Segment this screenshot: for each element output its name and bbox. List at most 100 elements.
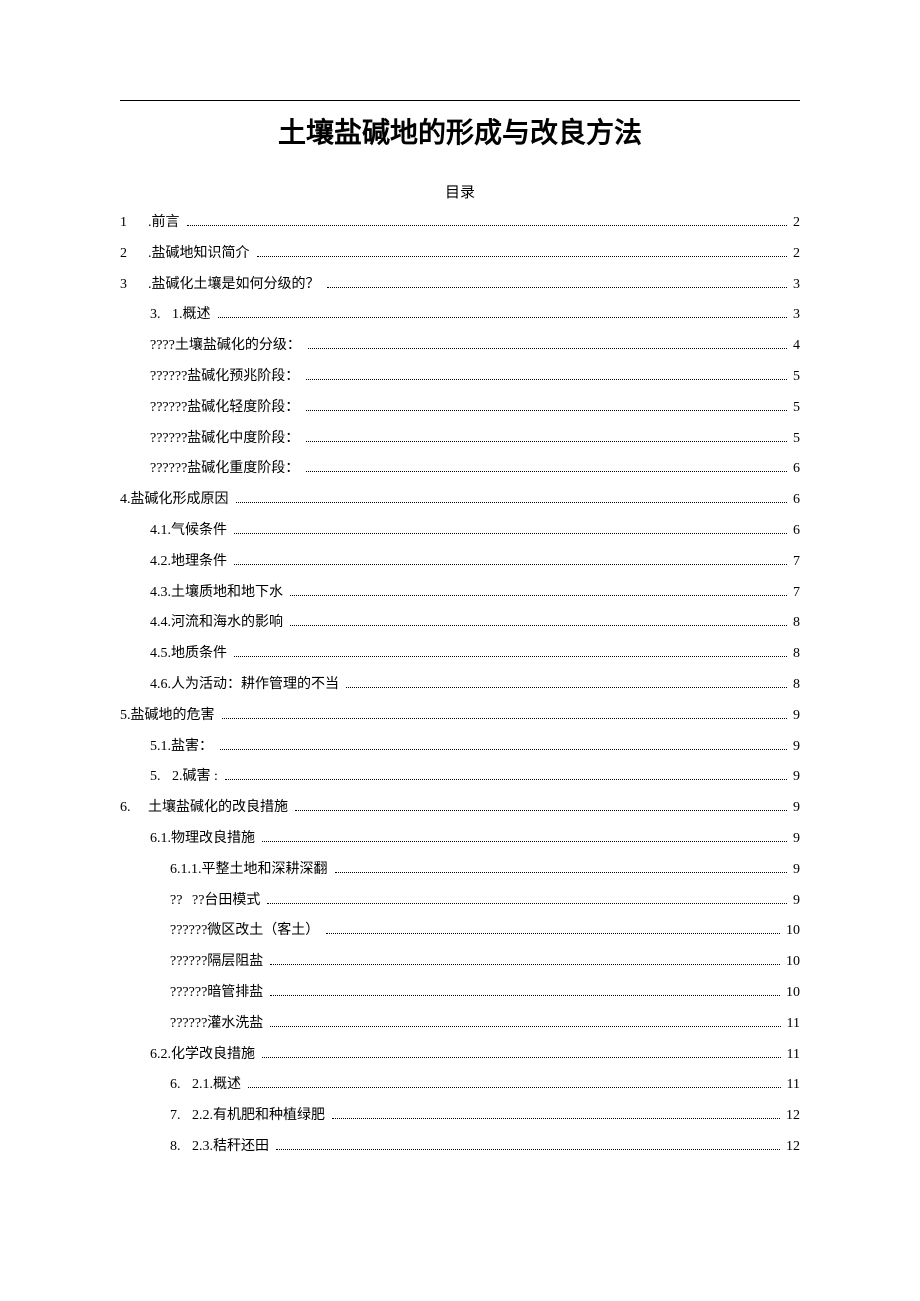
- toc-entry[interactable]: 4.1.气候条件6: [120, 516, 800, 547]
- toc-leader-dots: [262, 841, 787, 842]
- toc-leader-dots: [290, 595, 787, 596]
- toc-entry[interactable]: 4.5.地质条件 8: [120, 639, 800, 670]
- toc-heading: 目录: [120, 181, 800, 202]
- toc-leader-dots: [257, 256, 788, 257]
- toc-entry-label: ??????盐碱化预兆阶段：: [150, 362, 303, 393]
- toc-entry[interactable]: 5.盐碱地的危害9: [120, 701, 800, 732]
- toc-entry[interactable]: 4.2.地理条件 7: [120, 547, 800, 578]
- toc-entry[interactable]: ??????灌水洗盐11: [120, 1009, 800, 1040]
- toc-entry-page: 3: [790, 270, 800, 301]
- toc-entry-number: 6.: [170, 1070, 192, 1101]
- toc-entry[interactable]: ??????盐碱化中度阶段：5: [120, 424, 800, 455]
- toc-leader-dots: [346, 687, 787, 688]
- toc-entry[interactable]: ??????微区改土（客土） 10: [120, 916, 800, 947]
- toc-entry-label: ??????微区改土（客土）: [170, 916, 323, 947]
- toc-entry[interactable]: ??????隔层阻盐 10: [120, 947, 800, 978]
- toc-entry-label: ??????隔层阻盐: [170, 947, 267, 978]
- toc-entry-number: 6.: [120, 793, 148, 824]
- toc-leader-dots: [335, 872, 788, 873]
- toc-entry-label: 4.1.气候条件: [150, 516, 231, 547]
- toc-leader-dots: [276, 1149, 780, 1150]
- toc-entry-page: 10: [783, 947, 800, 978]
- toc-entry-page: 10: [783, 916, 800, 947]
- toc-entry-page: 11: [784, 1070, 800, 1101]
- toc-entry-page: 8: [790, 639, 800, 670]
- toc-entry-label: 4.3.土壤质地和地下水: [150, 578, 287, 609]
- toc-entry[interactable]: ????台田模式9: [120, 886, 800, 917]
- toc-entry-page: 5: [790, 362, 800, 393]
- toc-leader-dots: [306, 441, 787, 442]
- toc-entry-label: 4.4.河流和海水的影响: [150, 608, 287, 639]
- toc-entry[interactable]: 4.4.河流和海水的影响 8: [120, 608, 800, 639]
- toc-entry-number: ??: [170, 886, 192, 917]
- toc-entry-label: 5.1.盐害：: [150, 732, 217, 763]
- toc-entry[interactable]: 6.土壤盐碱化的改良措施 9: [120, 793, 800, 824]
- toc-entry-label: 4.5.地质条件: [150, 639, 231, 670]
- toc-entry-page: 2: [790, 208, 800, 239]
- toc-leader-dots: [248, 1087, 781, 1088]
- toc-entry[interactable]: ??????盐碱化轻度阶段：5: [120, 393, 800, 424]
- toc-entry[interactable]: 4.盐碱化形成原因6: [120, 485, 800, 516]
- toc-entry-page: 10: [783, 978, 800, 1009]
- toc-leader-dots: [270, 964, 780, 965]
- toc-entry-label: 土壤盐碱化的改良措施: [148, 793, 292, 824]
- toc-entry-label: 4.6.人为活动：耕作管理的不当: [150, 670, 343, 701]
- toc-entry-label: ????土壤盐碱化的分级：: [150, 331, 305, 362]
- toc-leader-dots: [290, 625, 787, 626]
- toc-leader-dots: [306, 379, 787, 380]
- toc-entry[interactable]: 4.3.土壤质地和地下水 7: [120, 578, 800, 609]
- toc-entry-label: .盐碱化土壤是如何分级的？: [148, 270, 324, 301]
- toc-entry[interactable]: 4.6.人为活动：耕作管理的不当8: [120, 670, 800, 701]
- toc-entry[interactable]: 8.2.3.秸秆还田 12: [120, 1132, 800, 1163]
- toc-entry-page: 4: [790, 331, 800, 362]
- toc-entry[interactable]: 6.1.物理改良措施9: [120, 824, 800, 855]
- toc-entry-page: 9: [790, 701, 800, 732]
- toc-entry-page: 9: [790, 732, 800, 763]
- toc-entry-label: .盐碱地知识简介: [148, 239, 254, 270]
- toc-entry[interactable]: ????土壤盐碱化的分级： 4: [120, 331, 800, 362]
- toc-entry-page: 8: [790, 608, 800, 639]
- toc-entry[interactable]: 5.2.碱害 :9: [120, 762, 800, 793]
- toc-entry-label: .前言: [148, 208, 184, 239]
- toc-entry-page: 7: [790, 578, 800, 609]
- toc-leader-dots: [295, 810, 787, 811]
- toc-entry[interactable]: ??????暗管排盐10: [120, 978, 800, 1009]
- toc-entry-number: 2: [120, 239, 148, 270]
- toc-entry-page: 9: [790, 824, 800, 855]
- toc-entry[interactable]: 5.1.盐害： 9: [120, 732, 800, 763]
- toc-entry[interactable]: 1.前言 2: [120, 208, 800, 239]
- toc-leader-dots: [187, 225, 788, 226]
- toc-entry-label: ??台田模式: [192, 886, 264, 917]
- toc-entry-page: 12: [783, 1132, 800, 1163]
- toc-entry-page: 7: [790, 547, 800, 578]
- toc-entry-label: 2.1.概述: [192, 1070, 245, 1101]
- page-title: 土壤盐碱地的形成与改良方法: [120, 111, 800, 151]
- toc-leader-dots: [267, 903, 787, 904]
- toc-entry-number: 8.: [170, 1132, 192, 1163]
- toc-entry[interactable]: 7.2.2.有机肥和种植绿肥12: [120, 1101, 800, 1132]
- toc-entry[interactable]: 6.1.1.平整土地和深耕深翻9: [120, 855, 800, 886]
- toc-entry-number: 5.: [150, 762, 172, 793]
- toc-leader-dots: [220, 749, 787, 750]
- toc-leader-dots: [306, 471, 787, 472]
- toc-entry[interactable]: ??????盐碱化重度阶段：6: [120, 454, 800, 485]
- toc-entry-label: 4.2.地理条件: [150, 547, 231, 578]
- toc-entry-page: 2: [790, 239, 800, 270]
- toc-leader-dots: [262, 1057, 781, 1058]
- toc-entry-page: 9: [790, 793, 800, 824]
- toc-entry[interactable]: 6.2.化学改良措施11: [120, 1040, 800, 1071]
- toc-entry[interactable]: 3.1.概述3: [120, 300, 800, 331]
- toc-entry-label: 2.3.秸秆还田: [192, 1132, 273, 1163]
- toc-leader-dots: [236, 502, 788, 503]
- toc-leader-dots: [270, 1026, 780, 1027]
- toc-entry-number: 1: [120, 208, 148, 239]
- toc-leader-dots: [270, 995, 780, 996]
- toc-entry[interactable]: 6.2.1.概述 11: [120, 1070, 800, 1101]
- toc-entry-label: 4.盐碱化形成原因: [120, 485, 233, 516]
- toc-entry[interactable]: 2.盐碱地知识简介2: [120, 239, 800, 270]
- toc-entry-label: ??????盐碱化轻度阶段：: [150, 393, 303, 424]
- toc-entry[interactable]: 3.盐碱化土壤是如何分级的？3: [120, 270, 800, 301]
- toc-entry-number: 3.: [150, 300, 172, 331]
- toc-entry-number: 7.: [170, 1101, 192, 1132]
- toc-entry[interactable]: ??????盐碱化预兆阶段： 5: [120, 362, 800, 393]
